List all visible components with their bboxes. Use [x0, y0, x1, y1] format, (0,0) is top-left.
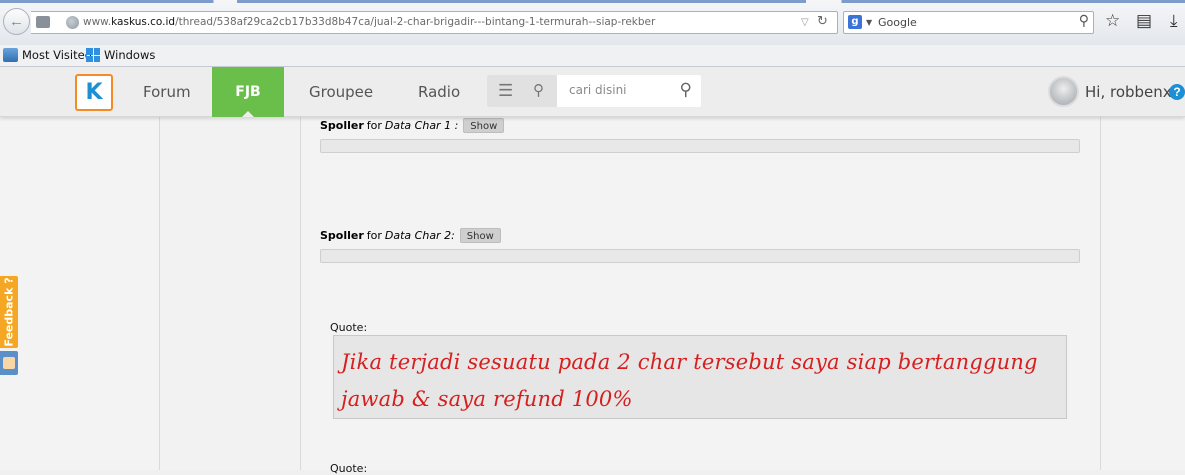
nav-groupee[interactable]: Groupee [309, 67, 373, 117]
quote-text: Jika terjadi sesuatu pada 2 char tersebu… [341, 350, 1038, 411]
feedback-widget-icon[interactable] [0, 351, 18, 375]
quote-label: Quote: [330, 321, 368, 334]
spoiler-header-1: Spoller for Data Char 1 : Show [320, 118, 505, 133]
site-search-input[interactable]: cari disini [569, 83, 627, 97]
spoiler-label: Spoller [320, 229, 364, 242]
feedback-label: Feedback ? [2, 277, 16, 347]
nav-fjb[interactable]: FJB [212, 67, 284, 117]
reading-list-icon[interactable]: ▤ [1136, 11, 1152, 31]
avatar[interactable] [1048, 76, 1079, 107]
engine-dropdown-icon[interactable]: ▼ [866, 12, 872, 33]
logo-letter: K [85, 80, 103, 105]
kaskus-logo[interactable]: K [75, 74, 113, 111]
reload-icon[interactable]: ↻ [817, 11, 828, 32]
bookmark-windows[interactable]: Windows [86, 48, 155, 62]
user-greeting[interactable]: Hi, robbenx [1085, 67, 1172, 117]
bookmark-most-visited[interactable]: Most Visited [3, 48, 92, 62]
back-arrow-icon: ← [9, 13, 24, 30]
feedback-tab[interactable]: Feedback ? [0, 276, 18, 348]
help-icon[interactable]: ? [1169, 84, 1185, 100]
back-button[interactable]: ← [3, 8, 30, 35]
bookmark-label: Most Visited [22, 48, 92, 62]
menu-icon[interactable]: ☰ [498, 81, 513, 101]
spoiler-title: Data Char 1 : [384, 119, 459, 132]
globe-icon [66, 16, 79, 29]
quote-label-2: Quote: [330, 462, 368, 475]
spoiler-for: for [366, 119, 382, 132]
most-visited-icon [3, 48, 18, 62]
windows-icon [86, 48, 100, 62]
bookmark-label: Windows [104, 48, 156, 62]
address-bar[interactable]: www.kaskus.co.id/thread/538af29ca2cb17b3… [31, 11, 838, 34]
site-navbar: K Forum FJB Groupee Radio ☰ ⚲ cari disin… [0, 67, 1185, 117]
quote-box: Jika terjadi sesuatu pada 2 char tersebu… [333, 335, 1067, 419]
nav-radio[interactable]: Radio [418, 67, 460, 117]
spoiler-show-button[interactable]: Show [463, 118, 505, 133]
location-pin-icon[interactable]: ⚲ [533, 81, 544, 99]
spoiler-content-2 [320, 249, 1080, 263]
site-identity-icon[interactable] [36, 16, 50, 28]
tab-strip-edge [0, 0, 1185, 3]
nav-forum[interactable]: Forum [143, 67, 191, 117]
post-author-column [159, 117, 301, 470]
bookmark-star-icon[interactable]: ☆ [1105, 11, 1120, 31]
spoiler-title: Data Char 2: [384, 229, 455, 242]
browser-search-bar[interactable]: g ▼ Google ⚲ [843, 11, 1094, 34]
google-engine-icon[interactable]: g [848, 15, 862, 29]
spoiler-for: for [366, 229, 382, 242]
browser-toolbar: ← www.kaskus.co.id/thread/538af29ca2cb17… [0, 0, 1185, 45]
spoiler-label: Spoller [320, 119, 364, 132]
spoiler-content-1 [320, 139, 1080, 153]
bookmarks-bar: Most Visited Windows [0, 45, 1185, 67]
search-icon[interactable]: ⚲ [680, 80, 692, 100]
spoiler-show-button[interactable]: Show [459, 228, 501, 243]
url-history-dropdown-icon[interactable]: ▽ [801, 12, 809, 33]
site-search: ☰ ⚲ cari disini ⚲ [487, 75, 701, 107]
spoiler-header-2: Spoller for Data Char 2: Show [320, 228, 501, 243]
downloads-icon[interactable]: ⤓ [1170, 11, 1178, 31]
url-text: www.kaskus.co.id/thread/538af29ca2cb17b3… [83, 16, 656, 28]
browser-search-placeholder: Google [878, 16, 917, 29]
magnifier-icon[interactable]: ⚲ [1079, 11, 1089, 32]
